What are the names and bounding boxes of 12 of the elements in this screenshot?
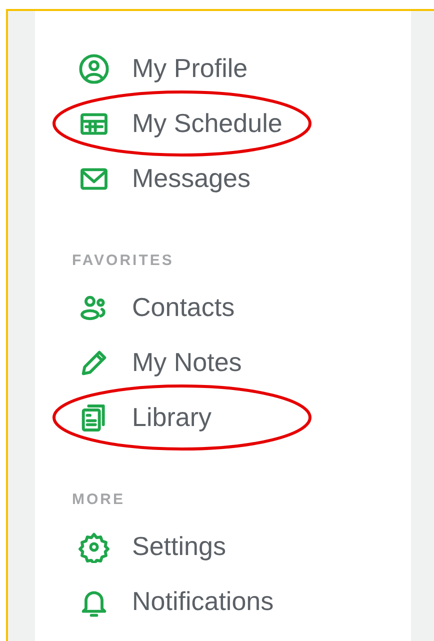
gear-icon <box>78 530 110 562</box>
menu-item[interactable]: My Schedule <box>132 104 282 143</box>
menu-item[interactable]: Messages <box>132 159 250 198</box>
menu-item[interactable]: Contacts <box>132 288 235 327</box>
section-heading: FAVORITES <box>72 251 175 271</box>
menu-item[interactable]: My Profile <box>132 49 248 88</box>
menu-item[interactable]: Settings <box>132 527 226 566</box>
section-heading: MORE <box>72 490 126 510</box>
menu-item[interactable]: My Notes <box>132 343 242 382</box>
user-icon <box>78 52 110 84</box>
menu-item[interactable]: Notifications <box>132 582 274 621</box>
menu-item[interactable]: Library <box>132 398 212 437</box>
